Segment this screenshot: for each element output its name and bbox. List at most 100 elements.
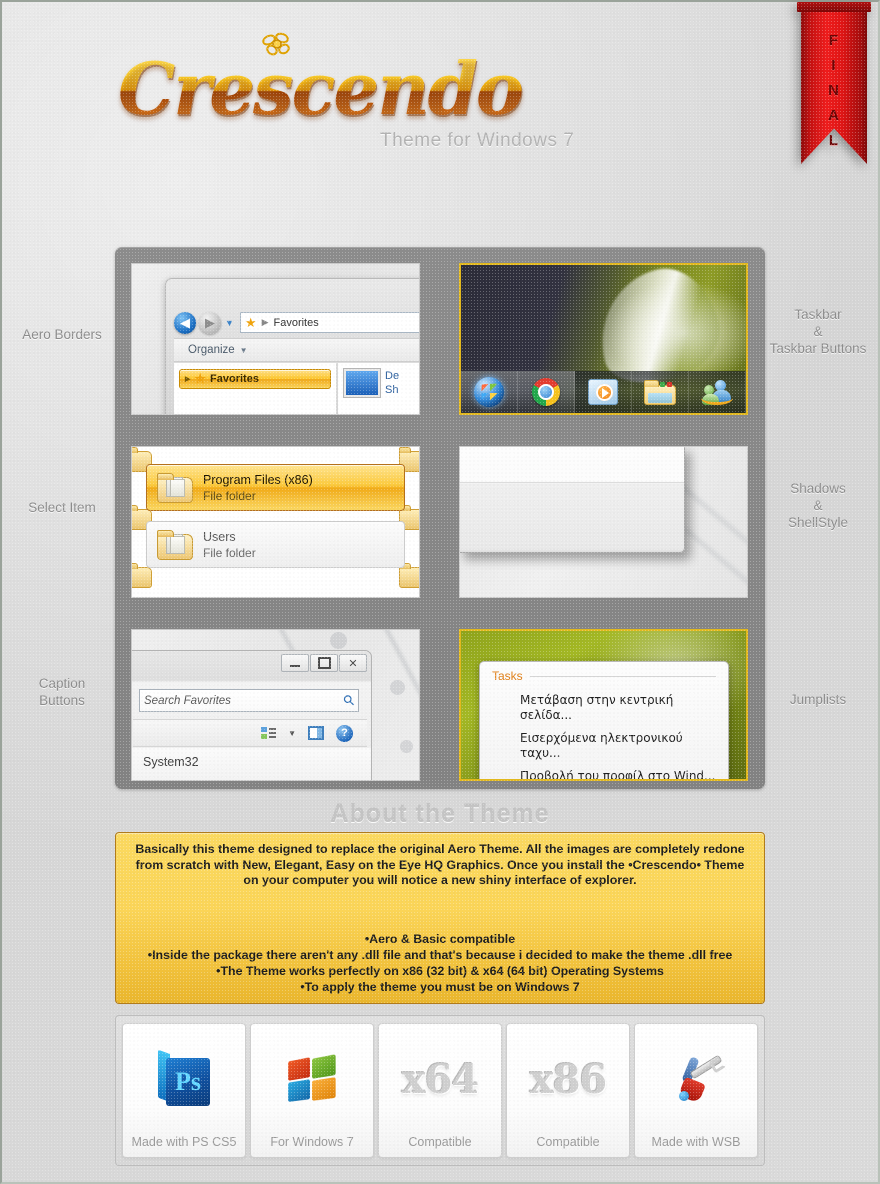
about-bullet: •The Theme works perfectly on x86 (32 bi… bbox=[216, 963, 664, 978]
breadcrumb[interactable]: ★ ▶ Favorites bbox=[239, 312, 419, 333]
magnifier-icon[interactable]: ⚲ bbox=[339, 691, 358, 710]
label-line: & bbox=[813, 324, 823, 339]
chevron-down-icon[interactable]: ▼ bbox=[225, 318, 234, 328]
nav-item-label: Favorites bbox=[210, 373, 259, 385]
nav-item-favorites[interactable]: ▶ ★ Favorites bbox=[179, 369, 331, 389]
label-line: & bbox=[813, 498, 823, 513]
forward-arrow-icon[interactable]: ▶ bbox=[199, 311, 221, 334]
messenger-icon[interactable] bbox=[689, 371, 746, 413]
about-bullet: •Aero & Basic compatible bbox=[364, 931, 516, 946]
preview-taskbar[interactable] bbox=[459, 263, 748, 415]
crescendo-logo: Crescendo bbox=[118, 46, 524, 131]
label-line: Buttons bbox=[39, 693, 85, 708]
label-line: Taskbar Buttons bbox=[769, 341, 867, 356]
page-subtitle: Theme for Windows 7 bbox=[380, 130, 575, 151]
preview-shadows[interactable] bbox=[459, 446, 748, 598]
x64-text-icon: x64 bbox=[401, 1056, 480, 1103]
jumplist-menu: Tasks Μετάβαση στην κεντρική σελίδα... Ε… bbox=[479, 661, 729, 779]
preview-aero-borders[interactable]: ◀ ▶ ▼ ★ ▶ Favorites Organize ▼ ▶ ★ Favor… bbox=[131, 263, 420, 415]
jumplist-heading: Tasks bbox=[492, 669, 716, 683]
close-icon[interactable]: ✕ bbox=[339, 654, 367, 672]
badge-art bbox=[635, 1024, 757, 1135]
about-box: Basically this theme designed to replace… bbox=[115, 832, 765, 1004]
header: Crescendo Crescendo Theme for Windows 7 … bbox=[2, 2, 880, 192]
content-pane: De Sh bbox=[338, 363, 419, 414]
badge-x86-compatible: x86 Compatible bbox=[506, 1023, 630, 1158]
label-aero-borders: Aero Borders bbox=[22, 327, 102, 342]
breadcrumb-label: Favorites bbox=[273, 316, 319, 329]
preview-jumplists[interactable]: Tasks Μετάβαση στην κεντρική σελίδα... Ε… bbox=[459, 629, 748, 781]
desktop-thumbnail-icon bbox=[344, 369, 380, 397]
list-item-type: File folder bbox=[203, 488, 256, 503]
ribbon-letter: L bbox=[828, 132, 840, 149]
badge-made-with-ps: Ps Made with PS CS5 bbox=[122, 1023, 246, 1158]
badge-caption: Compatible bbox=[408, 1135, 472, 1149]
shadow-window bbox=[460, 447, 685, 553]
list-item-type: File folder bbox=[203, 545, 256, 560]
about-title: About the Theme bbox=[330, 800, 550, 828]
search-placeholder: Search Favorites bbox=[144, 694, 231, 707]
jumplist-heading-label: Tasks bbox=[492, 669, 523, 683]
photoshop-icon: Ps bbox=[158, 1049, 210, 1106]
label-line: ShellStyle bbox=[787, 515, 849, 530]
badge-caption: For Windows 7 bbox=[270, 1135, 354, 1149]
wsb-tools-icon bbox=[669, 1054, 727, 1105]
about-bullets: •Aero & Basic compatible •Inside the pac… bbox=[130, 931, 750, 995]
explorer-window: ✕ Search Favorites ⚲ ▼ ? System32 bbox=[132, 650, 372, 780]
maximize-icon[interactable] bbox=[310, 654, 338, 672]
view-toolbar: ▼ ? bbox=[133, 719, 367, 747]
showcase-grid: ◀ ▶ ▼ ★ ▶ Favorites Organize ▼ ▶ ★ Favor… bbox=[115, 247, 765, 789]
list-item-name: Program Files (x86) bbox=[203, 472, 313, 487]
label-line: Shadows bbox=[790, 481, 846, 496]
status-bar: System32 bbox=[132, 748, 371, 780]
badge-strip: Ps Made with PS CS5 For Windows 7 x64 Co… bbox=[115, 1015, 765, 1166]
label-shadows: Shadows & ShellStyle bbox=[758, 480, 878, 531]
jumplist-item[interactable]: Μετάβαση στην κεντρική σελίδα... bbox=[492, 689, 716, 727]
list-item[interactable]: Users File folder bbox=[146, 521, 405, 568]
about-paragraph: Basically this theme designed to replace… bbox=[135, 842, 745, 887]
list-item-name: Users bbox=[203, 529, 236, 544]
badge-x64-compatible: x64 Compatible bbox=[378, 1023, 502, 1158]
preview-pane-icon[interactable] bbox=[308, 726, 324, 740]
final-ribbon: F I N A L bbox=[797, 2, 871, 164]
label-caption-buttons: Caption Buttons bbox=[2, 675, 122, 709]
search-input[interactable]: Search Favorites ⚲ bbox=[139, 689, 359, 712]
taskbar bbox=[461, 371, 746, 413]
jumplist-item[interactable]: Προβολή του προφίλ στο Wind... bbox=[492, 765, 716, 779]
back-arrow-icon[interactable]: ◀ bbox=[174, 311, 196, 334]
heading-rule bbox=[529, 675, 716, 677]
content-item-label: De Sh bbox=[385, 369, 399, 414]
content-line: Sh bbox=[385, 384, 399, 396]
chevron-down-icon: ▼ bbox=[239, 345, 248, 355]
badge-caption: Compatible bbox=[536, 1135, 600, 1149]
preview-caption-buttons[interactable]: ✕ Search Favorites ⚲ ▼ ? System32 bbox=[131, 629, 420, 781]
label-jumplists: Jumplists bbox=[789, 692, 847, 707]
help-icon[interactable]: ? bbox=[336, 724, 353, 742]
label-line: Caption bbox=[38, 676, 86, 691]
navigation-bar: ◀ ▶ ▼ ★ ▶ Favorites bbox=[174, 309, 419, 336]
window-divider bbox=[460, 482, 684, 483]
jumplist-items: Μετάβαση στην κεντρική σελίδα... Εισερχό… bbox=[492, 689, 716, 779]
chevron-down-icon[interactable]: ▼ bbox=[288, 729, 296, 738]
badge-art: Ps bbox=[123, 1024, 245, 1135]
ribbon-letter: F bbox=[828, 32, 840, 49]
view-options-icon[interactable] bbox=[261, 726, 277, 740]
badge-art bbox=[251, 1024, 373, 1135]
organize-toolbar[interactable]: Organize ▼ bbox=[174, 338, 419, 362]
explorer-window: ◀ ▶ ▼ ★ ▶ Favorites Organize ▼ ▶ ★ Favor… bbox=[165, 278, 419, 414]
navigation-pane: ▶ ★ Favorites bbox=[174, 363, 337, 414]
media-player-icon[interactable] bbox=[575, 371, 632, 413]
ribbon-letter: A bbox=[828, 107, 840, 124]
x86-text-icon: x86 bbox=[529, 1056, 608, 1103]
badge-caption: Made with PS CS5 bbox=[131, 1135, 237, 1149]
breadcrumb-separator: ▶ bbox=[261, 317, 269, 327]
preview-select-item[interactable]: Program Files (x86) File folder Users Fi… bbox=[131, 446, 420, 598]
list-item[interactable]: Program Files (x86) File folder bbox=[146, 464, 405, 511]
start-orb[interactable] bbox=[461, 371, 518, 413]
explorer-folder-icon[interactable] bbox=[632, 371, 689, 413]
label-select-item: Select Item bbox=[28, 500, 96, 515]
ribbon-letter: N bbox=[828, 82, 840, 99]
minimize-icon[interactable] bbox=[281, 654, 309, 672]
jumplist-item[interactable]: Εισερχόμενα ηλεκτρονικού ταχυ... bbox=[492, 727, 716, 765]
chrome-icon[interactable] bbox=[518, 371, 575, 413]
